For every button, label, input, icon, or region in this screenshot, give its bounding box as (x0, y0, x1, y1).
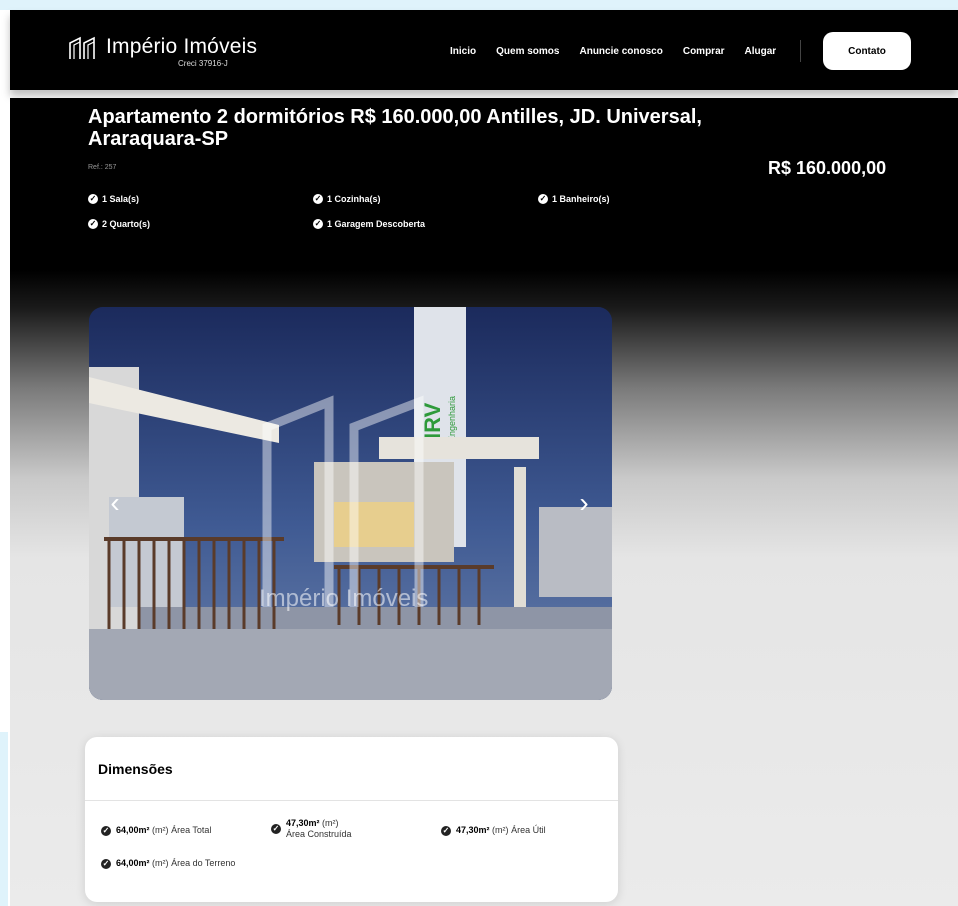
check-circle-icon: ✓ (271, 824, 281, 834)
check-circle-icon: ✓ (441, 825, 451, 836)
dimensions-title: Dimensões (98, 761, 173, 777)
photo-gallery[interactable]: MRV Engenharia Império Imóveis ‹ › (89, 307, 612, 700)
feature-garagem: ✓ 1 Garagem Descoberta (313, 219, 425, 229)
gallery-watermark: Império Imóveis (259, 585, 429, 612)
brand-logo[interactable]: Império Imóveis Creci 37916-J (68, 35, 258, 68)
main-nav: Inicio Quem somos Anuncie conosco Compra… (450, 46, 796, 57)
feature-cozinha: ✓ 1 Cozinha(s) (313, 194, 381, 204)
dimension-unit: (m²) (492, 825, 509, 835)
dimension-value: 47,30m² (286, 818, 320, 828)
nav-divider (800, 40, 801, 62)
dimension-label: Área Construída (286, 829, 352, 839)
dimensions-divider (85, 800, 618, 801)
check-circle-icon: ✓ (88, 219, 98, 229)
dimensions-card: Dimensões ✓ 64,00m² (m²) Área Total ✓ 47… (85, 737, 618, 902)
gallery-photo: MRV Engenharia (89, 307, 612, 700)
feature-label: 1 Cozinha(s) (327, 194, 381, 204)
check-circle-icon: ✓ (538, 194, 548, 204)
dimension-unit: (m²) (322, 818, 339, 828)
gallery-next-button[interactable]: › (572, 487, 596, 519)
dimension-label: Área Total (171, 825, 212, 835)
navbar: Império Imóveis Creci 37916-J Inicio Que… (10, 10, 958, 90)
check-circle-icon: ✓ (101, 858, 111, 869)
nav-link-inicio[interactable]: Inicio (450, 46, 476, 57)
check-circle-icon: ✓ (313, 219, 323, 229)
feature-label: 2 Quarto(s) (102, 219, 151, 229)
brand-creci: Creci 37916-J (178, 59, 228, 68)
feature-label: 1 Sala(s) (102, 194, 140, 204)
nav-link-anuncie-conosco[interactable]: Anuncie conosco (579, 46, 662, 57)
feature-quarto: ✓ 2 Quarto(s) (88, 219, 150, 229)
double-square-arch-logo-icon (69, 36, 95, 59)
dimension-area-util: ✓ 47,30m² (m²) Área Útil (441, 825, 611, 836)
tower-brand-subtext: Engenharia (447, 396, 457, 442)
feature-label: 1 Garagem Descoberta (327, 219, 426, 229)
dimension-label: Área Útil (511, 825, 546, 835)
property-price: R$ 160.000,00 (768, 158, 887, 178)
dimension-unit: (m²) (152, 825, 169, 835)
gallery-prev-button[interactable]: ‹ (103, 487, 127, 519)
property-ref: Ref.: 257 (88, 164, 117, 171)
nav-link-comprar[interactable]: Comprar (683, 46, 725, 57)
nav-link-alugar[interactable]: Alugar (745, 46, 777, 57)
dimension-area-total: ✓ 64,00m² (m²) Área Total (101, 825, 271, 836)
feature-sala: ✓ 1 Sala(s) (88, 194, 139, 204)
check-circle-icon: ✓ (313, 194, 323, 204)
dimension-value: 47,30m² (456, 825, 490, 835)
nav-link-quem-somos[interactable]: Quem somos (496, 46, 559, 57)
chevron-left-icon: ‹ (110, 487, 120, 518)
dimension-area-construida: ✓ 47,30m² (m²) Área Construída (271, 818, 411, 840)
chevron-right-icon: › (579, 487, 589, 518)
dimension-unit: (m²) (152, 858, 169, 868)
screen-frame-top (0, 0, 958, 10)
feature-label: 1 Banheiro(s) (552, 194, 610, 204)
feature-banheiro: ✓ 1 Banheiro(s) (538, 194, 610, 204)
check-circle-icon: ✓ (88, 194, 98, 204)
contact-button[interactable]: Contato (823, 32, 911, 70)
dimension-value: 64,00m² (116, 858, 150, 868)
brand-name: Império Imóveis (106, 35, 258, 58)
property-title: Apartamento 2 dormitórios R$ 160.000,00 … (88, 106, 702, 150)
dimension-value: 64,00m² (116, 825, 150, 835)
dimension-label: Área do Terreno (171, 858, 236, 868)
dimension-area-terreno: ✓ 64,00m² (m²) Área do Terreno (101, 858, 241, 869)
screen-frame-left (0, 732, 8, 906)
check-circle-icon: ✓ (101, 825, 111, 836)
